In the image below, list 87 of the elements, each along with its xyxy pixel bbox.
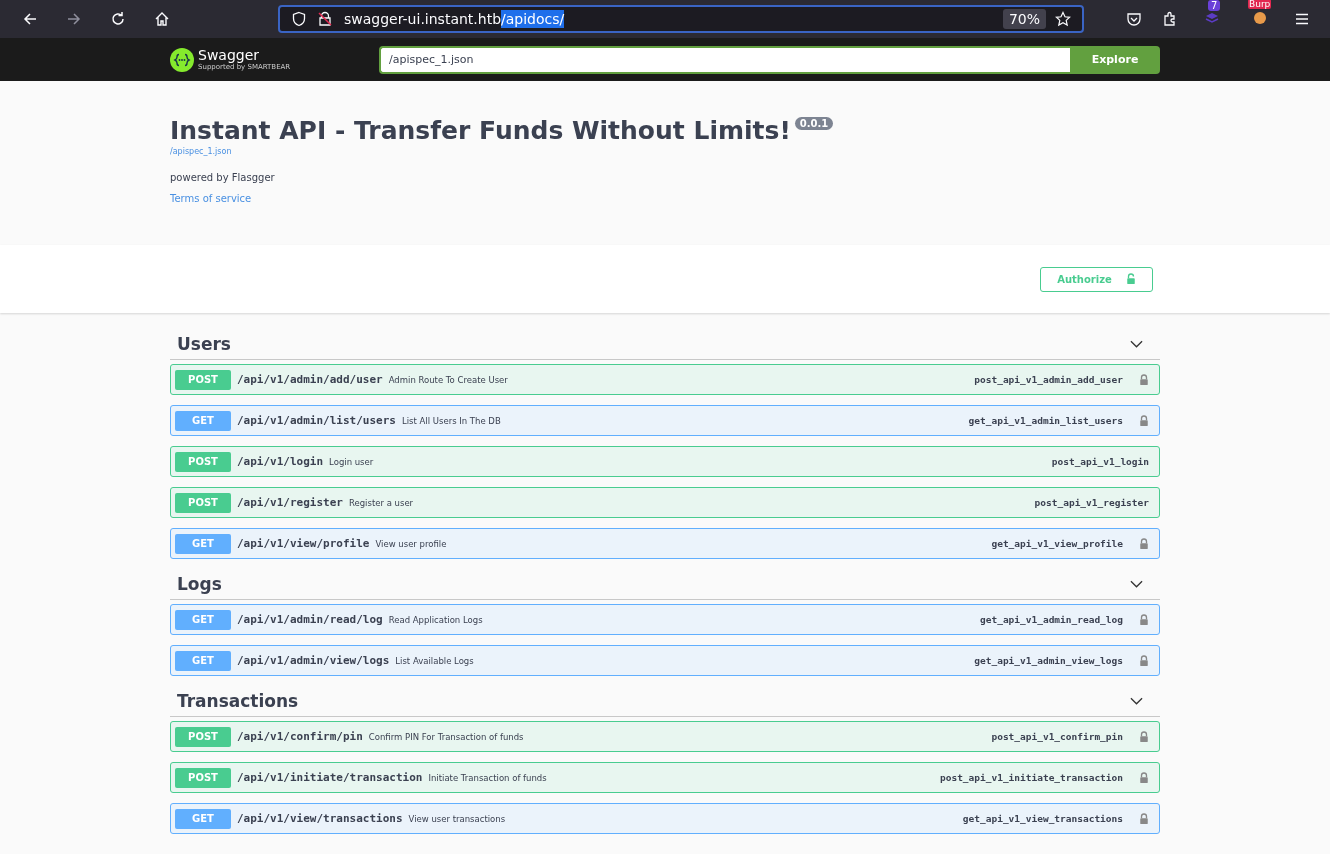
- operation-row[interactable]: POST /api/v1/confirm/pin Confirm PIN For Transaction of funds post_api_v1_confirm_pin: [170, 721, 1160, 752]
- method-badge: GET: [175, 808, 231, 829]
- operation-row[interactable]: GET /api/v1/admin/list/users List All Users In The DB get_api_v1_admin_list_users: [170, 405, 1160, 436]
- method-badge: GET: [175, 533, 231, 554]
- extension-badge: 7: [1208, 0, 1221, 11]
- endpoint-path: /api/v1/register: [237, 496, 343, 509]
- endpoint-path: /api/v1/admin/list/users: [237, 414, 396, 427]
- chevron-icon[interactable]: [1130, 580, 1143, 588]
- reload-icon[interactable]: [110, 11, 126, 27]
- operation-id: post_api_v1_admin_add_user: [974, 374, 1123, 385]
- operation-row[interactable]: POST /api/v1/register Register a user post_api_v1_register: [170, 487, 1160, 518]
- pocket-icon[interactable]: [1126, 11, 1142, 27]
- operation-id: post_api_v1_login: [1051, 456, 1149, 467]
- section-header[interactable]: Users: [170, 329, 1160, 360]
- method-badge: GET: [175, 650, 231, 671]
- method-badge: POST: [175, 451, 231, 472]
- endpoint-summary: View user profile: [375, 538, 447, 549]
- extensions-icon[interactable]: [1162, 11, 1178, 27]
- endpoint-path: /api/v1/login: [237, 455, 324, 468]
- lock-icon[interactable]: [1139, 654, 1149, 667]
- lock-icon[interactable]: [1139, 613, 1149, 626]
- url-selection: /apidocs/: [501, 10, 565, 28]
- method-badge: POST: [175, 492, 231, 513]
- chevron-icon[interactable]: [1130, 340, 1143, 348]
- endpoint-summary: Admin Route To Create User: [388, 374, 508, 385]
- lock-icon[interactable]: [1139, 373, 1149, 386]
- api-title: Instant API - Transfer Funds Without Limits!: [170, 115, 791, 147]
- section-title: Users: [177, 334, 232, 354]
- section-header[interactable]: Logs: [170, 569, 1160, 600]
- chevron-icon[interactable]: [1130, 697, 1143, 705]
- operation-row[interactable]: GET /api/v1/view/transactions View user transactions get_api_v1_view_transactions: [170, 803, 1160, 834]
- insecure-lock-icon[interactable]: [317, 11, 333, 27]
- operation-id: post_api_v1_register: [1034, 497, 1149, 508]
- operation-row[interactable]: POST /api/v1/initiate/transaction Initiate Transaction of funds post_api_v1_initiate_transaction: [170, 762, 1160, 793]
- operation-row[interactable]: POST /api/v1/admin/add/user Admin Route To Create User post_api_v1_admin_add_user: [170, 364, 1160, 395]
- section-title: Transactions: [177, 691, 300, 711]
- operation-id: post_api_v1_confirm_pin: [991, 731, 1123, 742]
- lock-icon: [1125, 273, 1136, 285]
- endpoint-path: /api/v1/view/profile: [237, 537, 370, 550]
- logo-text: Swagger: [198, 47, 261, 63]
- operation-row[interactable]: GET /api/v1/admin/read/log Read Application Logs get_api_v1_admin_read_log: [170, 604, 1160, 635]
- operation-id: get_api_v1_view_profile: [991, 538, 1123, 549]
- description-text: powered by Flasgger: [170, 172, 276, 183]
- operation-row[interactable]: GET /api/v1/view/profile View user profile get_api_v1_view_profile: [170, 528, 1160, 559]
- section-title: Logs: [177, 574, 223, 594]
- method-badge: POST: [175, 369, 231, 390]
- endpoint-summary: List All Users In The DB: [401, 415, 501, 426]
- shield-icon[interactable]: [291, 11, 307, 27]
- logo-icon: [170, 47, 194, 72]
- endpoint-path: /api/v1/admin/add/user: [237, 373, 383, 386]
- operation-id: get_api_v1_view_transactions: [962, 813, 1123, 824]
- endpoint-path: /api/v1/initiate/transaction: [237, 771, 423, 784]
- section-header[interactable]: Transactions: [170, 686, 1160, 717]
- zoom-level[interactable]: 70%: [1002, 9, 1046, 29]
- operation-row[interactable]: POST /api/v1/login Login user post_api_v1_login: [170, 446, 1160, 477]
- endpoint-path: /api/v1/admin/read/log: [237, 613, 383, 626]
- home-icon[interactable]: [154, 11, 170, 27]
- lock-icon[interactable]: [1139, 730, 1149, 743]
- lock-icon[interactable]: [1139, 414, 1149, 427]
- operation-row[interactable]: GET /api/v1/admin/view/logs List Available Logs get_api_v1_admin_view_logs: [170, 645, 1160, 676]
- star-icon[interactable]: [1055, 11, 1071, 27]
- version-badge: 0.0.1: [794, 117, 834, 130]
- lock-icon[interactable]: [1139, 537, 1149, 550]
- method-badge: GET: [175, 609, 231, 630]
- operation-id: get_api_v1_admin_view_logs: [974, 655, 1123, 666]
- endpoint-summary: Login user: [329, 456, 374, 467]
- back-icon[interactable]: [22, 11, 38, 27]
- endpoint-summary: Read Application Logs: [388, 614, 483, 625]
- method-badge: POST: [175, 726, 231, 747]
- operation-id: get_api_v1_admin_list_users: [968, 415, 1123, 426]
- endpoint-summary: Register a user: [348, 497, 414, 508]
- endpoint-summary: Initiate Transaction of funds: [428, 772, 547, 783]
- lock-icon[interactable]: [1139, 771, 1149, 784]
- endpoint-path: /api/v1/view/transactions: [237, 812, 403, 825]
- menu-icon[interactable]: [1294, 11, 1310, 27]
- method-badge: POST: [175, 767, 231, 788]
- endpoint-summary: List Available Logs: [395, 655, 474, 666]
- endpoint-summary: View user transactions: [408, 813, 506, 824]
- operation-id: post_api_v1_initiate_transaction: [939, 772, 1123, 783]
- spec-url-field[interactable]: /apispec_1.json: [379, 45, 1070, 74]
- endpoint-path: /api/v1/admin/view/logs: [237, 654, 390, 667]
- burp-badge: Burp: [1248, 0, 1272, 9]
- endpoint-summary: Confirm PIN For Transaction of funds: [368, 731, 524, 742]
- operation-id: get_api_v1_admin_read_log: [980, 614, 1123, 625]
- lock-icon[interactable]: [1139, 812, 1149, 825]
- endpoint-path: /api/v1/confirm/pin: [237, 730, 363, 743]
- method-badge: GET: [175, 410, 231, 431]
